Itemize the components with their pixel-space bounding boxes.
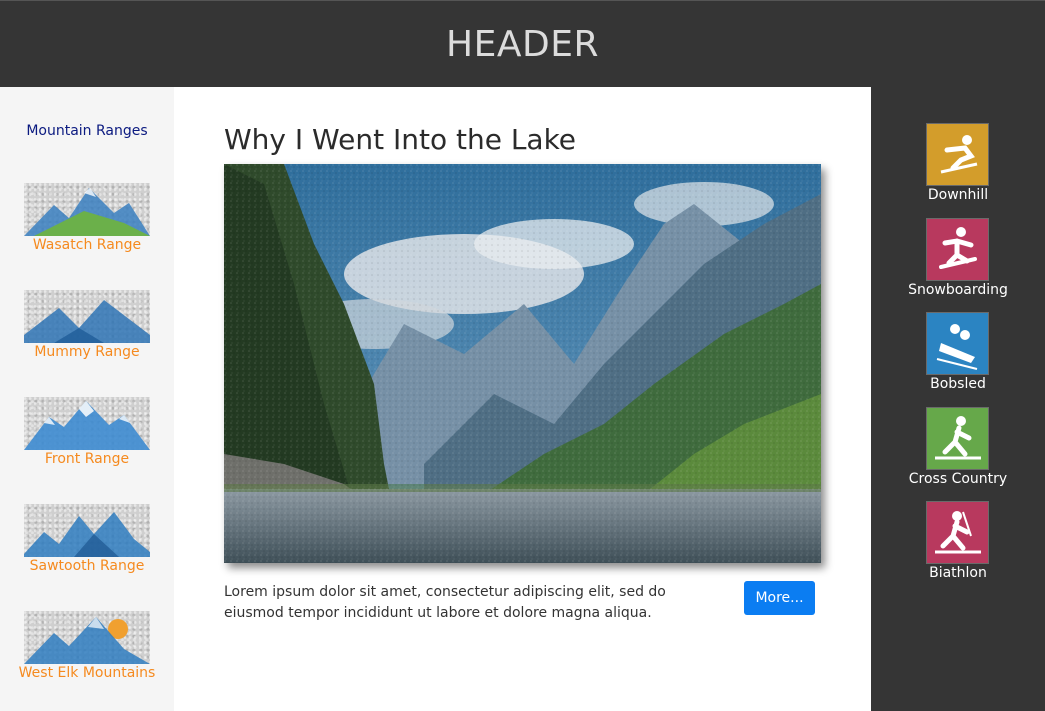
header-title: HEADER [446,23,599,65]
mountain-icon [24,290,150,343]
sport-label: Cross Country [908,471,1008,487]
mountain-icon [24,397,150,450]
sport-label: Bobsled [930,376,986,392]
range-label: West Elk Mountains [18,665,156,681]
downhill-skier-icon [926,123,989,186]
main-content: Why I Went Into the Lake Lorem ipsum dol… [174,87,871,711]
article-body: Lorem ipsum dolor sit amet, consectetur … [224,584,666,621]
sport-label: Snowboarding [908,282,1008,298]
mountain-icon [24,504,150,557]
biathlon-icon [926,501,989,564]
mountain-icon [24,183,150,236]
right-sidebar: Downhill Snowboarding Bobsled Cross Coun… [871,87,1045,711]
hero-image [224,164,821,563]
range-label: Wasatch Range [32,237,142,253]
snowboarder-icon [926,218,989,281]
range-label: Front Range [44,451,130,467]
sport-label: Downhill [927,187,989,203]
range-label: Mummy Range [34,344,140,360]
range-label: Sawtooth Range [29,558,145,574]
sport-label: Biathlon [929,565,987,581]
page-header: HEADER [0,0,1045,87]
left-sidebar: Mountain Ranges Wasatch Range Mummy Rang… [0,87,174,711]
bobsled-icon [926,312,989,375]
sidebar-title: Mountain Ranges [26,123,148,139]
mountain-sun-icon [24,611,150,664]
article-title: Why I Went Into the Lake [224,123,577,156]
cross-country-skier-icon [926,407,989,470]
more-button[interactable]: More... [744,581,815,615]
